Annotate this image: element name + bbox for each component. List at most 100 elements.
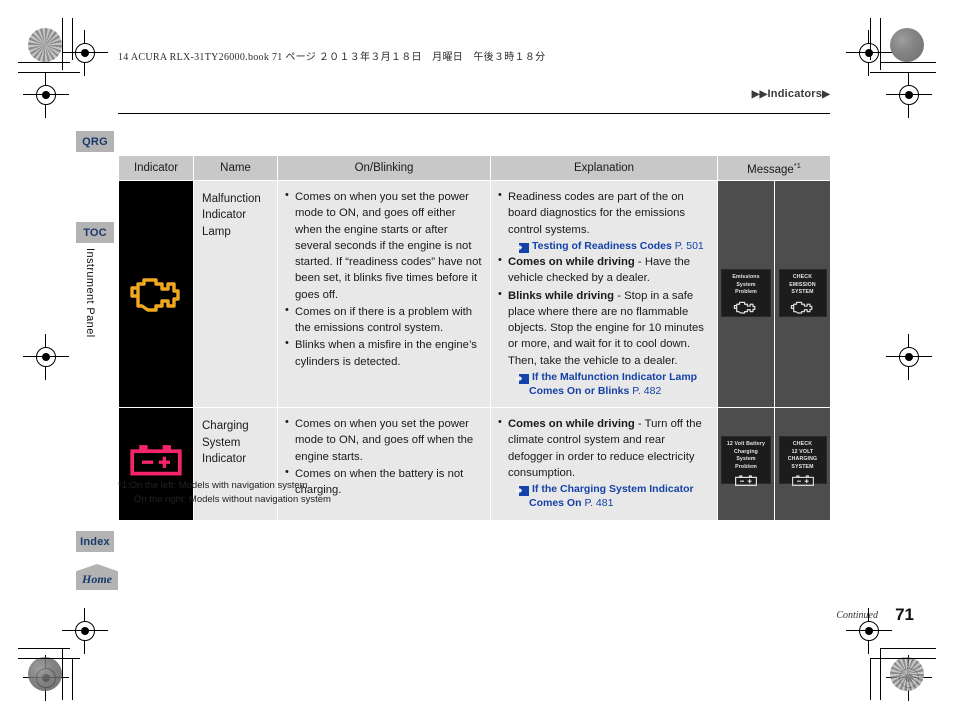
footnote: *1:On the left: Models with navigation s… [118,479,331,507]
message-line: SYSTEM [791,464,814,471]
trim-line [870,72,936,73]
trim-line [18,648,70,649]
indicator-cell [118,179,194,409]
arrow-right-icon: ➔ [516,242,529,253]
column-header-name: Name [193,155,278,181]
trim-line [72,18,73,60]
home-button-label: Home [82,572,112,586]
message-line: 12 Volt Battery [726,440,766,447]
home-button[interactable]: Home [76,564,118,590]
trim-line [18,72,80,73]
cross-reference-link[interactable]: ➔ If the Malfunction Indicator Lamp Comes… [508,370,709,398]
message-screen-12-volt-battery-charging-system-problem: 12 Volt Battery Charging System Problem [721,435,771,486]
triangle-left-icon: ▶▶ [751,89,768,100]
message-cell-without-nav: CHECK EMISSION SYSTEM [773,179,832,409]
message-cell-without-nav: CHECK 12 VOLT CHARGING SYSTEM [773,407,832,521]
trim-line [72,658,73,700]
battery-glyph-icon [724,475,768,491]
page-canvas: 14 ACURA RLX-31TY26000.book 71 ページ ２０１３年… [0,0,954,718]
halftone-patch-top-right [890,28,924,62]
trim-line [870,658,871,700]
message-screen-check-12-volt-charging-system: CHECK 12 VOLT CHARGING SYSTEM [778,435,827,486]
halftone-patch-top-left [28,28,62,62]
list-item: Blinks when a misfire in the engine’s cy… [284,336,482,370]
onblinking-cell: Comes on when you set the power mode to … [277,179,491,409]
message-screen-emissions-system-problem: Emissions System Problem [721,268,771,318]
trim-line [62,648,63,700]
sidebar-tab-toc-label: TOC [83,226,107,239]
cross-reference-link[interactable]: ➔ Testing of Readiness Codes P. 501 [508,239,709,253]
sidebar-tab-index[interactable]: Index [76,531,114,552]
halftone-patch-bottom-left [28,657,62,691]
message-line: Emissions System [732,273,760,288]
explanation-cell: Comes on while driving - Turn off the cl… [490,407,718,521]
page-number: 71 [895,605,914,624]
battery-glyph-icon [782,475,824,491]
sidebar-tab-qrg-label: QRG [82,135,108,148]
message-cell-with-nav: Emissions System Problem [717,179,775,409]
arrow-right-icon: ➔ [516,373,529,384]
message-line: CHECK [792,273,813,280]
trim-line [870,18,871,60]
header-divider [118,113,830,114]
trim-line [880,62,936,63]
column-header-explanation: Explanation [490,155,718,181]
registration-mark-top-right-inner [886,72,932,118]
battery-icon [130,445,182,476]
message-line: SYSTEM [791,289,814,296]
list-item: Comes on while driving - Have the vehicl… [497,253,709,287]
cross-reference-link[interactable]: ➔ If the Charging System Indicator Comes … [508,482,709,510]
page-ref: P. 482 [632,385,662,397]
page-ref: P. 481 [584,497,614,510]
print-meta-line: 14 ACURA RLX-31TY26000.book 71 ページ ２０１３年… [118,52,546,63]
breadcrumb: ▶▶Indicators▶ [752,88,830,100]
list-item: Comes on while driving - Turn off the cl… [497,415,709,510]
table-header-row: Indicator Name On/Blinking Explanation M… [118,155,832,181]
message-line: Charging System [734,448,758,463]
sidebar-tab-index-label: Index [80,535,110,548]
table-row: MalfunctionIndicator Lamp Comes on when … [118,179,832,409]
engine-glyph-icon [724,300,768,318]
trim-line [870,658,936,659]
list-item: Comes on when you set the power mode to … [284,188,482,303]
triangle-right-icon: ▶ [822,89,830,100]
list-item: Readiness codes are part of the on board… [497,188,709,253]
footnote-line-1: *1:On the left: Models with navigation s… [118,480,308,491]
message-line: 12 VOLT [791,448,814,455]
column-header-indicator: Indicator [118,155,194,181]
column-header-message-label: Message [747,163,794,176]
trim-line [880,648,881,700]
trim-line [18,62,70,63]
indicator-name: Malfunction Indicator Lamp [193,179,278,409]
engine-glyph-icon [782,300,824,318]
footnote-line-2: On the right: Models without navigation … [134,493,331,505]
registration-mark-top-left [62,30,108,76]
trim-line [18,658,80,659]
message-screen-check-emission-system: CHECK EMISSION SYSTEM [778,268,827,318]
column-header-message: Message*1 [716,155,832,181]
message-line: CHECK [792,440,813,447]
message-line: CHARGING [787,456,818,463]
breadcrumb-label: Indicators [767,88,823,100]
trim-line [880,648,936,649]
engine-icon [130,277,180,312]
list-item: Blinks while driving - Stop in a safe pl… [497,287,709,399]
sidebar-tab-toc[interactable]: TOC [76,222,114,243]
column-header-onblinking: On/Blinking [277,155,491,181]
chapter-label: Instrument Panel [84,248,96,338]
message-line: Problem [735,289,757,296]
column-header-message-footnote-marker: *1 [793,160,801,170]
list-item: Comes on when you set the power mode to … [284,415,482,465]
registration-mark-left-middle [23,334,69,380]
registration-mark-top-right [846,30,892,76]
halftone-patch-bottom-right [890,657,924,691]
indicators-table: Indicator Name On/Blinking Explanation M… [118,155,832,521]
list-item: Comes on if there is a problem with the … [284,303,482,337]
registration-mark-top-left-inner [23,72,69,118]
continued-label: Continued [836,610,878,621]
sidebar-tab-qrg[interactable]: QRG [76,131,114,152]
page-ref: P. 501 [674,239,704,252]
explanation-cell: Readiness codes are part of the on board… [490,179,718,409]
message-line: Problem [735,464,757,471]
arrow-right-icon: ➔ [516,486,529,497]
